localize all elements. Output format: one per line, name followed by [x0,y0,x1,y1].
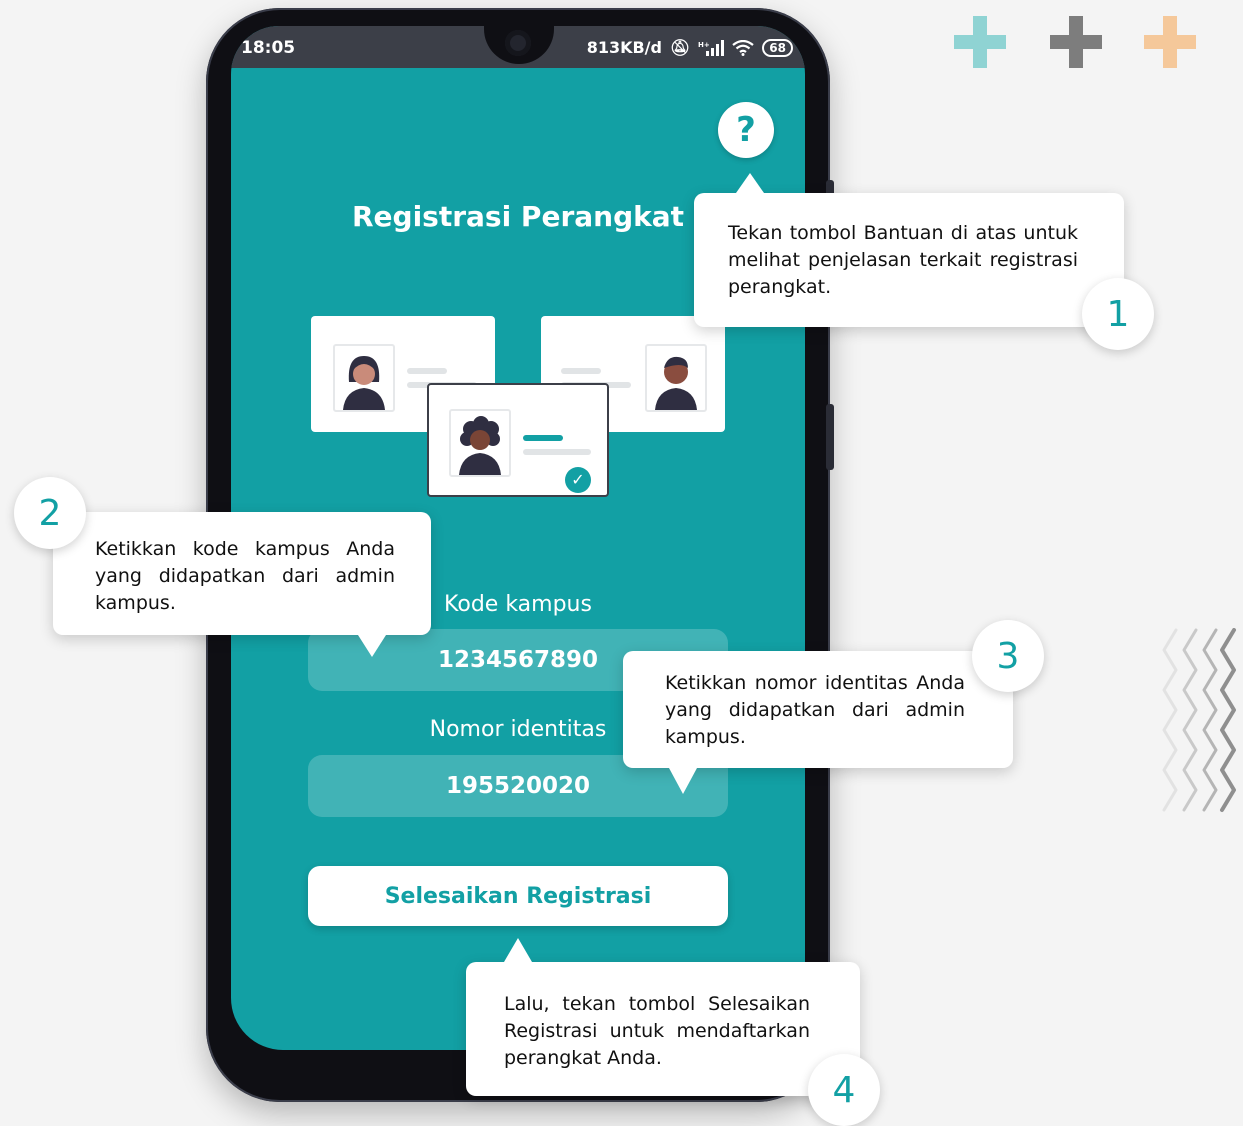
callout-1: Tekan tombol Bantuan di atas untuk melih… [694,173,1124,327]
callout-2-text: Ketikkan kode kampus Anda yang didapatka… [95,538,395,614]
card-line [523,449,591,455]
plus-icon-peach [1144,16,1196,68]
power-button [826,404,834,470]
signal-icon: H+ [698,39,725,56]
callout-2-number: 2 [14,477,86,549]
complete-registration-label: Selesaikan Registrasi [384,883,652,909]
help-icon: ? [736,110,756,150]
card-line [561,368,601,374]
id-card-center: ✓ [427,383,609,497]
callout-3: Ketikkan nomor identitas Anda yang didap… [623,651,1013,794]
battery-icon: 68 [762,38,793,57]
callout-3-text: Ketikkan nomor identitas Anda yang didap… [665,672,965,748]
callout-1-text: Tekan tombol Bantuan di atas untuk melih… [728,222,1078,298]
callout-tail [358,635,386,657]
avatar-man-icon [645,344,707,412]
zigzag-icon [1162,628,1236,812]
card-line-accent [523,435,563,441]
wifi-icon [732,39,754,56]
callout-4-number: 4 [808,1054,880,1126]
plus-icon-gray [1050,16,1102,68]
bell-mute-icon: 🔕︎ [669,38,691,57]
card-line [407,368,447,374]
page-title: Registrasi Perangkat [351,200,685,233]
help-button[interactable]: ? [718,102,774,158]
plus-icon-teal [954,16,1006,68]
status-indicators: 813KB/d 🔕︎ H+ 68 [587,38,793,57]
check-icon: ✓ [565,467,591,493]
callout-tail [504,938,532,962]
camera-icon [505,30,531,56]
callout-2: Ketikkan kode kampus Anda yang didapatka… [53,512,431,657]
complete-registration-button[interactable]: Selesaikan Registrasi [308,866,728,926]
callout-tail [669,768,697,794]
network-speed: 813KB/d [586,38,662,57]
status-time: 18:05 [241,38,296,58]
callout-4-text: Lalu, tekan tombol Selesaikan Registrasi… [504,993,810,1069]
callout-1-number: 1 [1082,278,1154,350]
avatar-woman-icon [333,344,395,412]
callout-tail [736,173,764,193]
callout-4: Lalu, tekan tombol Selesaikan Registrasi… [466,938,860,1096]
svg-text:H+: H+ [698,41,710,49]
avatar-curly-icon [449,409,511,477]
callout-3-number: 3 [972,620,1044,692]
